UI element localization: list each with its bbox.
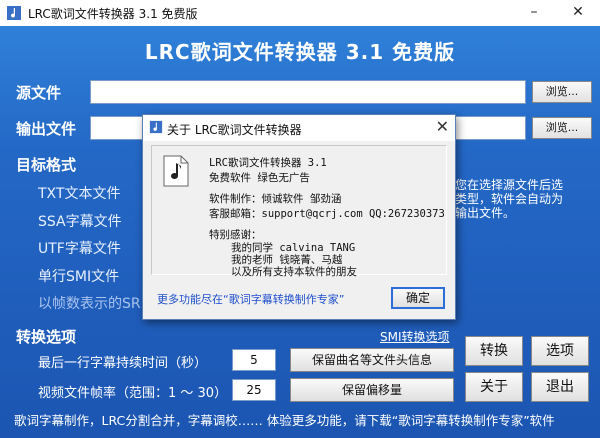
frame-rate-input[interactable]: 25 xyxy=(232,379,276,401)
last-line-duration-label: 最后一行字幕持续时间（秒） xyxy=(38,356,208,371)
format-srt-frames[interactable]: 以帧数表示的SR xyxy=(38,293,141,313)
hint-text: 您在选择源文件后选 类型，软件会自动为 输出文件。 xyxy=(455,178,564,220)
format-utf[interactable]: UTF字幕文件 xyxy=(38,238,121,258)
convert-options-label: 转换选项 xyxy=(16,328,77,346)
dialog-body: LRC歌词文件转换器 3.1 免费软件 绿色无广告 软件制作：倾诚软件 邹劲涵 … xyxy=(143,141,455,279)
minimize-button[interactable]: – xyxy=(512,0,556,26)
close-button[interactable]: ✕ xyxy=(556,0,600,26)
keep-offset-button[interactable]: 保留偏移量 xyxy=(290,378,454,402)
title-bar: LRC歌词文件转换器 3.1 免费版 – ✕ xyxy=(0,0,600,26)
dialog-title: 关于 LRC歌词文件转换器 xyxy=(167,123,302,137)
music-note-icon xyxy=(163,155,189,187)
about-author: 软件制作：倾诚软件 邹劲涵 xyxy=(209,193,342,205)
output-label: 输出文件 xyxy=(16,120,77,138)
frame-rate-label: 视频文件帧率（范围：1 ～ 30） xyxy=(38,386,228,401)
exit-button[interactable]: 退出 xyxy=(531,372,589,402)
output-browse-button[interactable]: 浏览... xyxy=(532,117,592,139)
target-format-label: 目标格式 xyxy=(16,156,77,174)
app-headline: LRC歌词文件转换器 3.1 免费版 xyxy=(144,40,456,64)
about-thanks-3: 以及所有支持本软件的朋友 xyxy=(231,266,357,278)
source-browse-button[interactable]: 浏览... xyxy=(532,81,592,103)
footer-promo[interactable]: 歌词字幕制作，LRC分割合并，字幕调校…… 体验更多功能，请下载“歌词字幕转换制… xyxy=(0,410,600,438)
dialog-footer: 更多功能尽在“歌词字幕转换制作专家” 确定 xyxy=(143,279,455,319)
dialog-close-icon[interactable]: ✕ xyxy=(436,117,449,136)
format-ssa[interactable]: SSA字幕文件 xyxy=(38,211,122,231)
source-file-input[interactable] xyxy=(90,80,526,104)
options-button[interactable]: 选项 xyxy=(531,336,589,366)
about-free: 免费软件 绿色无广告 xyxy=(209,172,310,184)
dialog-title-bar: 关于 LRC歌词文件转换器 ✕ xyxy=(143,115,455,141)
more-features-link[interactable]: 更多功能尽在“歌词字幕转换制作专家” xyxy=(157,291,344,307)
ok-button[interactable]: 确定 xyxy=(391,287,445,309)
app-icon xyxy=(7,6,21,20)
about-version: LRC歌词文件转换器 3.1 xyxy=(209,157,327,169)
about-contact: 客服邮箱：support@qcrj.com QQ:267230373 xyxy=(209,208,445,220)
last-line-duration-input[interactable]: 5 xyxy=(232,349,276,371)
window-title: LRC歌词文件转换器 3.1 免费版 xyxy=(28,7,198,21)
about-button[interactable]: 关于 xyxy=(465,372,523,402)
about-dialog: 关于 LRC歌词文件转换器 ✕ LRC歌词文件转换器 3.1 免费软件 绿色无广… xyxy=(142,114,456,320)
source-label: 源文件 xyxy=(16,84,62,102)
format-txt[interactable]: TXT文本文件 xyxy=(38,183,120,203)
format-smi[interactable]: 单行SMI文件 xyxy=(38,266,119,286)
keep-header-button[interactable]: 保留曲名等文件头信息 xyxy=(290,348,454,372)
convert-button[interactable]: 转换 xyxy=(465,336,523,366)
smi-options-link[interactable]: SMI转换选项 xyxy=(380,328,450,345)
app-icon xyxy=(149,120,163,134)
